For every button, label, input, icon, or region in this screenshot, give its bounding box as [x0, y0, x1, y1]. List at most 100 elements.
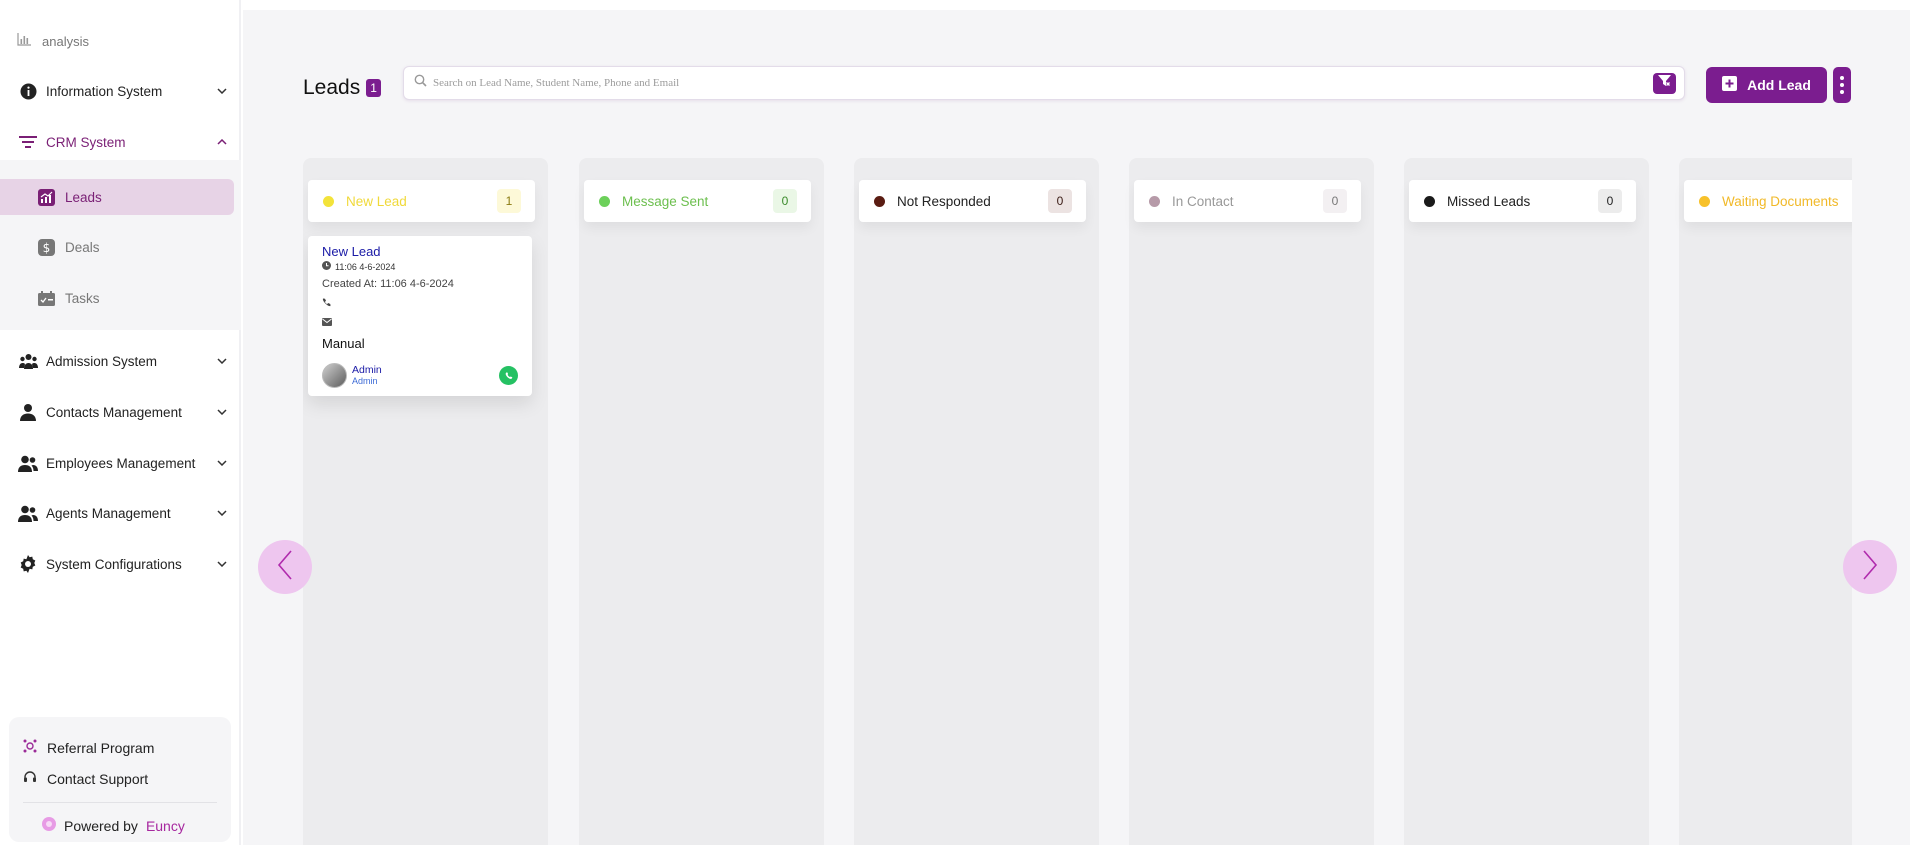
contact-support-link[interactable]: Contact Support [23, 770, 148, 787]
kanban-column-message-sent: Message Sent 0 [579, 158, 824, 845]
page-title-text: Leads [303, 76, 361, 99]
sidebar-item-label: Admission System [46, 353, 158, 369]
column-header[interactable]: In Contact 0 [1134, 180, 1361, 222]
kebab-dot-icon [1840, 90, 1844, 94]
column-title: Missed Leads [1447, 193, 1531, 209]
status-dot [1149, 195, 1160, 207]
lead-created-at: Created At: 11:06 4-6-2024 [322, 278, 454, 290]
chevron-down-icon [216, 507, 228, 519]
sidebar-item-crm-system[interactable]: CRM System [18, 130, 228, 154]
column-header[interactable]: Waiting Documents [1684, 180, 1852, 222]
sidebar-item-label: Tasks [65, 290, 100, 306]
add-lead-button[interactable]: Add Lead [1706, 67, 1827, 103]
kanban-column-not-responded: Not Responded 0 [854, 158, 1099, 845]
sidebar-item-label: Contacts Management [46, 404, 182, 420]
chevron-right-icon [1862, 549, 1878, 585]
sidebar-item-deals[interactable]: $ Deals [0, 229, 234, 265]
clock-icon [322, 261, 331, 272]
chevron-down-icon [216, 406, 228, 418]
users-icon [18, 453, 38, 473]
kanban-column-waiting-documents: Waiting Documents [1679, 158, 1852, 845]
owner-name[interactable]: Admin [352, 364, 382, 376]
column-title: Waiting Documents [1722, 193, 1839, 209]
column-header[interactable]: Message Sent 0 [584, 180, 811, 222]
search-input[interactable] [433, 77, 1653, 89]
column-count-badge: 0 [1598, 189, 1622, 213]
powered-by-brand[interactable]: Euncy [146, 818, 185, 834]
filter-lines-icon [18, 132, 38, 152]
analysis-label: analysis [42, 33, 89, 49]
column-header[interactable]: Not Responded 0 [859, 180, 1086, 222]
leads-count-badge: 1 [366, 79, 381, 97]
column-count-badge: 0 [1048, 189, 1072, 213]
more-options-button[interactable] [1833, 67, 1851, 103]
column-count-badge: 0 [773, 189, 797, 213]
lead-email [322, 316, 518, 328]
chart-icon [37, 188, 55, 206]
referral-icon [23, 739, 37, 756]
tasks-icon [37, 289, 55, 307]
column-title: Message Sent [622, 193, 709, 209]
sidebar-item-contacts-management[interactable]: Contacts Management [18, 400, 228, 424]
sidebar-item-label: Employees Management [46, 455, 196, 471]
contact-support-label: Contact Support [47, 770, 149, 787]
crm-submenu: Leads $ Deals Tasks [0, 160, 241, 330]
column-header[interactable]: New Lead 1 [308, 180, 535, 222]
powered-by-label: Powered by [64, 817, 138, 834]
chevron-down-icon [216, 85, 228, 97]
lead-time: 11:06 4-6-2024 [322, 261, 518, 272]
sidebar-item-label: Leads [65, 189, 102, 205]
filter-icon [1658, 74, 1671, 92]
sidebar-item-system-configurations[interactable]: System Configurations [18, 552, 228, 576]
scroll-left-button[interactable] [258, 540, 312, 594]
kanban-column-missed-leads: Missed Leads 0 [1404, 158, 1649, 845]
users-group-icon [18, 351, 38, 371]
sidebar-item-label: System Configurations [46, 556, 182, 572]
status-dot [599, 195, 610, 207]
envelope-icon [322, 313, 332, 331]
chevron-left-icon [277, 549, 293, 585]
headset-icon [23, 770, 37, 787]
kebab-dot-icon [1840, 76, 1844, 80]
sidebar-item-agents-management[interactable]: Agents Management [18, 501, 228, 525]
sidebar-item-label: Deals [65, 239, 100, 255]
sidebar-item-tasks[interactable]: Tasks [0, 280, 234, 316]
column-count-badge: 1 [497, 189, 521, 213]
filter-button[interactable] [1653, 72, 1676, 94]
sidebar-footer: Referral Program Contact Support Powered… [9, 717, 231, 842]
info-icon [18, 81, 38, 101]
column-header[interactable]: Missed Leads 0 [1409, 180, 1636, 222]
lead-source: Manual [322, 336, 365, 351]
column-title: In Contact [1172, 193, 1234, 209]
column-title: New Lead [346, 193, 407, 209]
referral-program-label: Referral Program [47, 739, 155, 756]
lead-phone [322, 297, 518, 309]
scroll-right-button[interactable] [1843, 540, 1897, 594]
sidebar-item-information-system[interactable]: Information System [18, 79, 228, 103]
search-icon [414, 74, 427, 92]
user-icon [18, 402, 38, 422]
brand-logo-icon [42, 817, 56, 834]
sidebar-item-employees-management[interactable]: Employees Management [18, 451, 228, 475]
sidebar-item-label: Agents Management [46, 505, 171, 521]
whatsapp-icon[interactable] [499, 366, 518, 385]
sidebar-item-leads[interactable]: Leads [0, 179, 234, 215]
users-icon [18, 503, 38, 523]
sidebar-item-label: CRM System [46, 134, 126, 150]
column-title: Not Responded [897, 193, 991, 209]
phone-icon [322, 294, 331, 312]
plus-square-icon [1722, 76, 1738, 94]
sidebar-item-admission-system[interactable]: Admission System [18, 349, 228, 373]
dollar-icon: $ [37, 238, 55, 256]
chevron-down-icon [216, 558, 228, 570]
lead-card[interactable]: New Lead 11:06 4-6-2024 Created At: 11:0… [308, 236, 532, 396]
referral-program-link[interactable]: Referral Program [23, 739, 154, 756]
chevron-down-icon [216, 457, 228, 469]
svg-text:$: $ [42, 241, 50, 255]
chevron-down-icon [216, 355, 228, 367]
lead-name[interactable]: New Lead [322, 244, 518, 259]
kebab-dot-icon [1840, 83, 1844, 87]
add-lead-label: Add Lead [1747, 77, 1811, 93]
analysis-link[interactable]: analysis [17, 33, 89, 49]
chevron-up-icon [216, 136, 228, 148]
